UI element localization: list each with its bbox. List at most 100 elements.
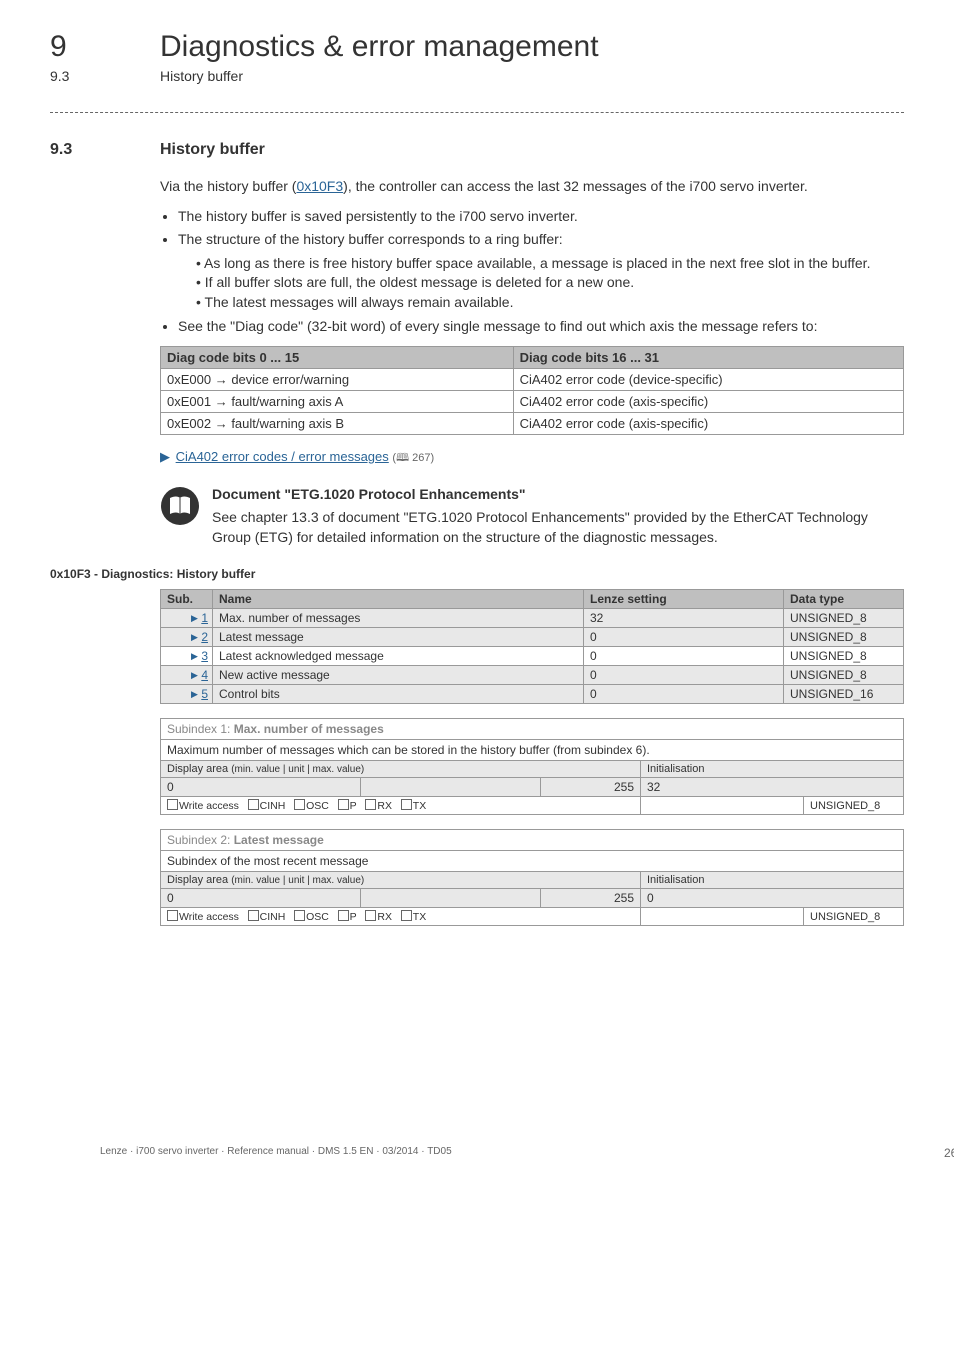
arrow-icon: ▶ <box>191 632 198 642</box>
bullet-text: The structure of the history buffer corr… <box>178 231 563 247</box>
chapter-header: 9 Diagnostics & error management <box>50 30 904 64</box>
chapter-number: 9 <box>50 30 130 64</box>
data-type: UNSIGNED_8 <box>804 908 904 926</box>
note-title: Document "ETG.1020 Protocol Enhancements… <box>212 486 904 502</box>
arrow-icon: ▶ <box>160 449 170 464</box>
sub-link[interactable]: 1 <box>201 611 208 625</box>
sub-link-cell: ▶ 3 <box>161 647 213 666</box>
checkbox-icon <box>401 799 412 810</box>
note-body: See chapter 13.3 of document "ETG.1020 P… <box>212 508 904 547</box>
max-value: 255 <box>541 889 641 908</box>
table-row: 0xE001 → fault/warning axis A CiA402 err… <box>161 391 904 413</box>
sub-link[interactable]: 3 <box>201 649 208 663</box>
link-0x10f3[interactable]: 0x10F3 <box>296 178 343 194</box>
initialisation-label: Initialisation <box>641 761 904 778</box>
table-row: Maximum number of messages which can be … <box>161 740 904 761</box>
table-header: Diag code bits 16 ... 31 <box>513 347 903 369</box>
checkbox-icon <box>338 910 349 921</box>
arrow-icon: ▶ <box>191 613 198 623</box>
table-cell: 0xE000 → device error/warning <box>161 369 514 391</box>
table-row: Subindex of the most recent message <box>161 851 904 872</box>
checkbox-icon <box>248 799 259 810</box>
table-cell: Latest message <box>213 628 584 647</box>
table-cell <box>641 908 804 926</box>
diag-code-table: Diag code bits 0 ... 15 Diag code bits 1… <box>160 346 904 435</box>
detail-table-sub2: Subindex 2: Latest message Subindex of t… <box>160 829 904 926</box>
table-cell: UNSIGNED_16 <box>784 685 904 704</box>
min-value: 0 <box>161 778 361 797</box>
bullet-item: See the "Diag code" (32-bit word) of eve… <box>178 317 904 337</box>
bullet-item: The history buffer is saved persistently… <box>178 207 904 227</box>
table-cell: UNSIGNED_8 <box>784 666 904 685</box>
sub-link[interactable]: 2 <box>201 630 208 644</box>
table-cell: Max. number of messages <box>213 609 584 628</box>
section-number: 9.3 <box>50 141 130 159</box>
checkbox-icon <box>401 910 412 921</box>
sub-link-cell: ▶ 1 <box>161 609 213 628</box>
footer-text: Lenze · i700 servo inverter · Reference … <box>100 1146 452 1160</box>
sub-link-cell: ▶ 2 <box>161 628 213 647</box>
dashed-rule <box>50 112 904 113</box>
table-row: Subindex 1: Max. number of messages <box>161 719 904 740</box>
table-cell: CiA402 error code (device-specific) <box>513 369 903 391</box>
min-value: 0 <box>161 889 361 908</box>
table-cell: Control bits <box>213 685 584 704</box>
init-value: 32 <box>641 778 904 797</box>
detail-table-sub1: Subindex 1: Max. number of messages Maxi… <box>160 718 904 815</box>
table-cell: 32 <box>584 609 784 628</box>
note-box: Document "ETG.1020 Protocol Enhancements… <box>160 486 904 547</box>
table-row: ▶ 5 Control bits 0 UNSIGNED_16 <box>161 685 904 704</box>
initialisation-label: Initialisation <box>641 872 904 889</box>
section-title: History buffer <box>160 141 265 159</box>
sub-bullet: As long as there is free history buffer … <box>196 254 904 274</box>
table-row: Write access CINH OSC P RX TX UNSIGNED_8 <box>161 908 904 926</box>
table-row: 0 255 0 <box>161 889 904 908</box>
display-area-label: Display area (min. value | unit | max. v… <box>161 761 641 778</box>
table-cell: 0 <box>584 666 784 685</box>
table-header: Diag code bits 0 ... 15 <box>161 347 514 369</box>
object-header: 0x10F3 - Diagnostics: History buffer <box>50 567 904 581</box>
table-row: Write access CINH OSC P RX TX UNSIGNED_8 <box>161 797 904 815</box>
sub-link[interactable]: 5 <box>201 687 208 701</box>
table-cell: UNSIGNED_8 <box>784 628 904 647</box>
unit-value <box>361 778 541 797</box>
table-cell: 0 <box>584 647 784 666</box>
table-cell: New active message <box>213 666 584 685</box>
table-row: 0 255 32 <box>161 778 904 797</box>
sub-bullet: If all buffer slots are full, the oldest… <box>196 273 904 293</box>
table-row: ▶ 3 Latest acknowledged message 0 UNSIGN… <box>161 647 904 666</box>
table-row: ▶ 2 Latest message 0 UNSIGNED_8 <box>161 628 904 647</box>
table-cell: 0 <box>584 628 784 647</box>
table-cell: UNSIGNED_8 <box>784 609 904 628</box>
max-value: 255 <box>541 778 641 797</box>
chapter-title: Diagnostics & error management <box>160 30 599 64</box>
section-heading: 9.3 History buffer <box>50 141 904 159</box>
access-flags: Write access CINH OSC P RX TX <box>161 908 641 926</box>
table-cell: 0 <box>584 685 784 704</box>
table-row: ▶ 4 New active message 0 UNSIGNED_8 <box>161 666 904 685</box>
access-flags: Write access CINH OSC P RX TX <box>161 797 641 815</box>
subchapter-number: 9.3 <box>50 68 130 84</box>
crossref-link[interactable]: CiA402 error codes / error messages <box>176 449 389 464</box>
unit-value <box>361 889 541 908</box>
data-type: UNSIGNED_8 <box>804 797 904 815</box>
arrow-icon: ▶ <box>191 670 198 680</box>
detail-desc: Subindex of the most recent message <box>161 851 904 872</box>
checkbox-icon <box>167 910 178 921</box>
sub-link[interactable]: 4 <box>201 668 208 682</box>
book-icon <box>160 486 200 529</box>
table-cell: 0xE002 → fault/warning axis B <box>161 413 514 435</box>
checkbox-icon <box>294 799 305 810</box>
arrow-icon: ▶ <box>191 689 198 699</box>
detail-desc: Maximum number of messages which can be … <box>161 740 904 761</box>
bullet-list: The history buffer is saved persistently… <box>160 207 904 337</box>
table-row: 0xE002 → fault/warning axis B CiA402 err… <box>161 413 904 435</box>
detail-title: Subindex 1: Max. number of messages <box>161 719 904 740</box>
table-cell: CiA402 error code (axis-specific) <box>513 391 903 413</box>
table-cell <box>641 797 804 815</box>
checkbox-icon <box>338 799 349 810</box>
table-cell: CiA402 error code (axis-specific) <box>513 413 903 435</box>
checkbox-icon <box>167 799 178 810</box>
checkbox-icon <box>365 910 376 921</box>
detail-title: Subindex 2: Latest message <box>161 830 904 851</box>
